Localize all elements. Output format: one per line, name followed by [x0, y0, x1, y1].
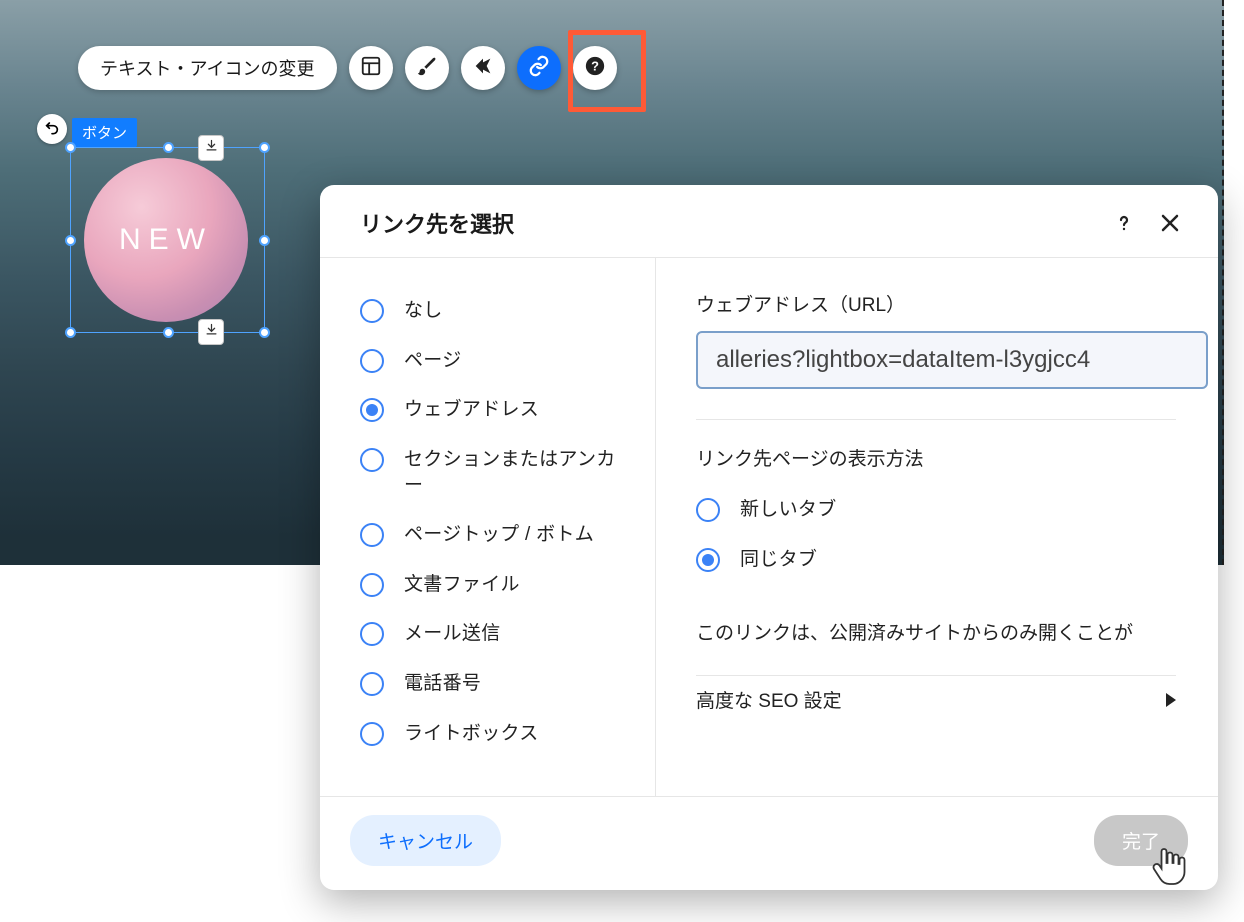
open-method-label: リンク先ページの表示方法	[696, 444, 1208, 471]
modal-header: リンク先を選択	[320, 185, 1218, 258]
change-text-icon-button[interactable]: テキスト・アイコンの変更	[78, 46, 337, 90]
link-type-none[interactable]: なし	[360, 286, 627, 336]
radio-icon	[360, 523, 384, 547]
radio-label: セクションまたはアンカー	[404, 447, 627, 498]
element-type-tag: ボタン	[72, 118, 137, 147]
radio-label: 文書ファイル	[404, 572, 520, 598]
radio-label: なし	[404, 298, 443, 324]
url-input[interactable]	[696, 331, 1208, 389]
radio-icon	[360, 672, 384, 696]
radio-icon	[360, 573, 384, 597]
radio-label: 新しいタブ	[740, 497, 837, 523]
help-icon: ?	[584, 55, 606, 82]
change-text-icon-label: テキスト・アイコンの変更	[100, 55, 315, 81]
selection-box	[70, 147, 265, 333]
radio-label: メール送信	[404, 621, 501, 647]
radio-label: ウェブアドレス	[404, 397, 539, 423]
resize-handle[interactable]	[259, 142, 270, 153]
brush-icon	[416, 55, 438, 82]
chevron-right-icon	[1166, 693, 1176, 707]
help-button[interactable]: ?	[573, 46, 617, 90]
radio-label: ページトップ / ボトム	[404, 522, 594, 548]
open-same-tab[interactable]: 同じタブ	[696, 535, 1208, 585]
design-button[interactable]	[405, 46, 449, 90]
animations-icon	[472, 55, 494, 82]
link-type-anchor[interactable]: セクションまたはアンカー	[360, 435, 627, 510]
radio-icon	[696, 498, 720, 522]
radio-icon	[696, 548, 720, 572]
download-icon	[204, 138, 219, 158]
resize-handle[interactable]	[259, 327, 270, 338]
link-type-web-address[interactable]: ウェブアドレス	[360, 385, 627, 435]
resize-handle[interactable]	[163, 327, 174, 338]
modal-help-button[interactable]	[1112, 211, 1136, 235]
radio-icon	[360, 722, 384, 746]
element-toolbar: テキスト・アイコンの変更 ?	[78, 46, 617, 90]
resize-handle[interactable]	[259, 235, 270, 246]
link-type-lightbox[interactable]: ライトボックス	[360, 709, 627, 759]
url-field-label: ウェブアドレス（URL）	[696, 290, 1208, 317]
layout-button[interactable]	[349, 46, 393, 90]
radio-icon	[360, 448, 384, 472]
radio-label: ライトボックス	[404, 721, 539, 747]
radio-icon	[360, 349, 384, 373]
radio-label: 電話番号	[404, 671, 481, 697]
cancel-label: キャンセル	[378, 832, 473, 853]
resize-handle[interactable]	[65, 142, 76, 153]
radio-label: 同じタブ	[740, 547, 817, 573]
animation-button[interactable]	[461, 46, 505, 90]
link-type-email[interactable]: メール送信	[360, 609, 627, 659]
divider	[696, 419, 1176, 420]
pin-bottom-button[interactable]	[198, 319, 224, 345]
resize-handle[interactable]	[65, 327, 76, 338]
radio-label: ページ	[404, 348, 462, 374]
modal-footer: キャンセル 完了	[320, 796, 1218, 890]
link-settings-modal: リンク先を選択 なし ページ ウェブアドレス セクションまたはアンカー ページト…	[320, 185, 1218, 890]
link-type-top-bottom[interactable]: ページトップ / ボトム	[360, 510, 627, 560]
link-button[interactable]	[517, 46, 561, 90]
link-type-document[interactable]: 文書ファイル	[360, 560, 627, 610]
publish-note: このリンクは、公開済みサイトからのみ開くことが	[696, 618, 1208, 645]
link-type-phone[interactable]: 電話番号	[360, 659, 627, 709]
advanced-seo-label: 高度な SEO 設定	[696, 686, 842, 713]
canvas-boundary	[1222, 0, 1224, 565]
close-icon	[1158, 222, 1182, 239]
cancel-button[interactable]: キャンセル	[350, 815, 501, 866]
svg-text:?: ?	[591, 58, 599, 73]
link-icon	[528, 55, 550, 82]
undo-button[interactable]	[37, 114, 67, 144]
layout-icon	[360, 55, 382, 82]
radio-icon	[360, 398, 384, 422]
done-label: 完了	[1122, 832, 1160, 853]
link-type-page[interactable]: ページ	[360, 336, 627, 386]
resize-handle[interactable]	[65, 235, 76, 246]
link-details-column: ウェブアドレス（URL） リンク先ページの表示方法 新しいタブ 同じタブ このリ…	[656, 258, 1218, 796]
radio-icon	[360, 622, 384, 646]
resize-handle[interactable]	[163, 142, 174, 153]
modal-title: リンク先を選択	[360, 207, 514, 239]
done-button[interactable]: 完了	[1094, 815, 1188, 866]
radio-icon	[360, 299, 384, 323]
undo-icon	[44, 119, 60, 140]
pin-top-button[interactable]	[198, 135, 224, 161]
link-type-column: なし ページ ウェブアドレス セクションまたはアンカー ページトップ / ボトム…	[320, 258, 656, 796]
modal-close-button[interactable]	[1158, 211, 1182, 235]
open-new-tab[interactable]: 新しいタブ	[696, 485, 1208, 535]
download-icon	[204, 322, 219, 342]
advanced-seo-toggle[interactable]: 高度な SEO 設定	[696, 675, 1176, 723]
element-type-label: ボタン	[82, 125, 127, 142]
